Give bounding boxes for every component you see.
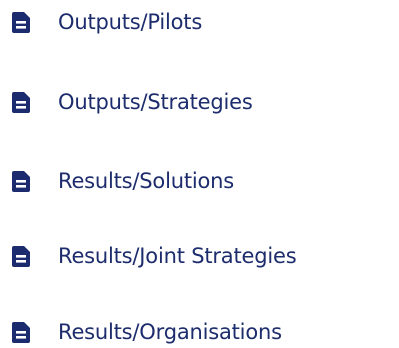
list-item-outputs-strategies[interactable]: Outputs/Strategies	[0, 82, 399, 122]
document-icon	[12, 11, 30, 33]
list-item-label: Results/Organisations	[58, 320, 282, 344]
document-icon	[12, 321, 30, 343]
list-item-label: Results/Solutions	[58, 169, 234, 193]
list-item-label: Results/Joint Strategies	[58, 244, 297, 268]
list-item-outputs-pilots[interactable]: Outputs/Pilots	[0, 2, 399, 42]
list-item-results-solutions[interactable]: Results/Solutions	[0, 161, 399, 201]
list-item-results-joint-strategies[interactable]: Results/Joint Strategies	[0, 236, 399, 276]
document-icon	[12, 245, 30, 267]
list-item-label: Outputs/Strategies	[58, 90, 253, 114]
document-link-list: Outputs/Pilots Outputs/Strategies Result…	[0, 0, 399, 348]
document-icon	[12, 91, 30, 113]
document-icon	[12, 170, 30, 192]
list-item-label: Outputs/Pilots	[58, 10, 203, 34]
list-item-results-organisations[interactable]: Results/Organisations	[0, 312, 399, 348]
